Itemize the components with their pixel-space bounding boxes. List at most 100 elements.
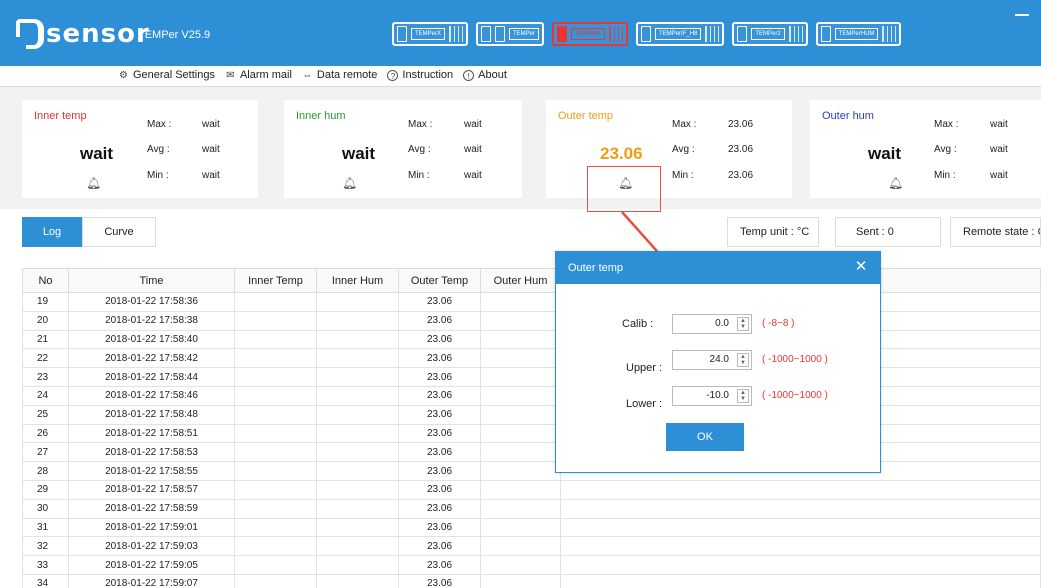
table-cell: 2018-01-22 17:58:57 [68, 479, 235, 500]
info-icon: ! [463, 69, 475, 81]
upper-input[interactable]: 24.0 ▲ ▼ [672, 350, 752, 370]
tab-log[interactable]: Log [22, 217, 82, 247]
bell-icon[interactable]: 🔔︎ [86, 176, 101, 190]
table-row[interactable]: 20 2018-01-22 17:58:38 23.06 [22, 310, 1041, 331]
device-label: TEMPer2 [751, 28, 785, 40]
table-row[interactable]: 23 2018-01-22 17:58:44 23.06 [22, 367, 1041, 387]
device-slot-1[interactable]: TEMPerX [392, 22, 469, 46]
table-row[interactable]: 32 2018-01-22 17:59:03 23.06 [22, 536, 1041, 557]
column-header[interactable]: Outer Hum [480, 268, 561, 293]
table-row[interactable]: 34 2018-01-22 17:59:07 23.06 [22, 573, 1041, 588]
table-cell: 23.06 [398, 517, 481, 538]
max-label: Max : [147, 119, 172, 130]
spinner-icon[interactable]: ▲ ▼ [737, 389, 749, 403]
menu-data-remote[interactable]: ⇔ Data remote [302, 69, 377, 81]
table-row[interactable]: 28 2018-01-22 17:58:55 23.06 [22, 461, 1041, 481]
table-cell [234, 536, 317, 557]
table-cell: 2018-01-22 17:58:59 [68, 498, 235, 519]
device-label: TEMPer [509, 28, 540, 40]
menu-alarm-mail[interactable]: ✉ Alarm mail [225, 69, 292, 81]
table-cell [316, 517, 399, 538]
table-row[interactable]: 31 2018-01-22 17:59:01 23.06 [22, 517, 1041, 538]
table-row[interactable]: 22 2018-01-22 17:58:42 23.06 [22, 348, 1041, 369]
temp-unit-button[interactable]: Temp unit : °C [727, 217, 819, 247]
table-cell [234, 498, 317, 519]
column-header[interactable]: Inner Hum [316, 268, 399, 293]
avg-label: Avg : [147, 144, 170, 155]
table-cell: 2018-01-22 17:58:48 [68, 404, 235, 425]
usb-port-icon [557, 26, 568, 42]
table-cell: 2018-01-22 17:59:07 [68, 573, 235, 588]
menu-label: General Settings [133, 69, 215, 81]
table-cell: 2018-01-22 17:58:51 [68, 423, 235, 444]
minimize-button[interactable] [1015, 14, 1029, 16]
close-icon[interactable]: ✕ [852, 258, 870, 276]
table-cell [234, 442, 317, 463]
tab-curve[interactable]: Curve [82, 217, 156, 247]
device-slot-5[interactable]: TEMPer2 [732, 22, 808, 46]
table-cell [234, 555, 317, 575]
table-row[interactable]: 24 2018-01-22 17:58:46 23.06 [22, 385, 1041, 406]
device-label: TEMPerIF_H8 [655, 28, 702, 40]
calib-input[interactable]: 0.0 ▲ ▼ [672, 314, 752, 334]
table-cell-empty [560, 536, 1041, 557]
menu-instruction[interactable]: ? Instruction [387, 69, 453, 81]
table-cell: 2018-01-22 17:58:42 [68, 348, 235, 369]
bell-icon[interactable]: 🔔︎ [888, 176, 903, 190]
table-cell [234, 479, 317, 500]
table-cell [480, 367, 561, 387]
min-value: wait [202, 170, 220, 181]
table-row[interactable]: 19 2018-01-22 17:58:36 23.06 [22, 292, 1041, 312]
upper-range: ( -1000~1000 ) [762, 354, 828, 365]
spinner-icon[interactable]: ▲ ▼ [737, 317, 749, 331]
table-cell [316, 385, 399, 406]
calib-label: Calib : [622, 318, 654, 330]
avg-value: wait [202, 144, 220, 155]
table-row[interactable]: 29 2018-01-22 17:58:57 23.06 [22, 479, 1041, 500]
column-header[interactable]: Time [68, 268, 235, 293]
device-slot-4[interactable]: TEMPerIF_H8 [636, 22, 725, 46]
table-row[interactable]: 25 2018-01-22 17:58:48 23.06 [22, 404, 1041, 425]
min-label: Min : [672, 170, 694, 181]
table-cell: 2018-01-22 17:59:03 [68, 536, 235, 557]
calib-value: 0.0 [715, 318, 729, 329]
table-cell [316, 573, 399, 588]
table-cell: 2018-01-22 17:58:38 [68, 310, 235, 331]
table-cell [316, 555, 399, 575]
column-header[interactable]: Inner Temp [234, 268, 317, 293]
column-header[interactable]: No [22, 268, 69, 293]
grip-icon [705, 26, 720, 42]
device-slot-3[interactable]: TEMPerX [552, 22, 629, 46]
max-label: Max : [408, 119, 433, 130]
table-cell [234, 385, 317, 406]
menu-about[interactable]: ! About [463, 69, 507, 81]
table-cell: 23.06 [398, 479, 481, 500]
table-cell [480, 573, 561, 588]
link-icon: ⇔ [302, 69, 313, 81]
lower-input[interactable]: -10.0 ▲ ▼ [672, 386, 752, 406]
avg-label: Avg : [672, 144, 695, 155]
max-value: 23.06 [728, 119, 754, 130]
spinner-icon[interactable]: ▲ ▼ [737, 353, 749, 367]
table-row[interactable]: 27 2018-01-22 17:58:53 23.06 [22, 442, 1041, 463]
table-cell [234, 573, 317, 588]
table-row[interactable]: 21 2018-01-22 17:58:40 23.06 [22, 329, 1041, 350]
panel-title: Outer temp [558, 110, 614, 122]
menu-general-settings[interactable]: ⚙ General Settings [118, 69, 215, 81]
table-cell [480, 292, 561, 312]
device-slot-6[interactable]: TEMPerHUM [815, 22, 902, 46]
table-row[interactable]: 30 2018-01-22 17:58:59 23.06 [22, 498, 1041, 519]
menu-label: Alarm mail [239, 69, 292, 81]
table-cell-empty [560, 498, 1041, 519]
bell-icon[interactable]: 🔔︎ [342, 176, 357, 190]
column-header[interactable]: Outer Temp [398, 268, 481, 293]
lower-range: ( -1000~1000 ) [762, 390, 828, 401]
table-row[interactable]: 33 2018-01-22 17:59:05 23.06 [22, 555, 1041, 575]
table-row[interactable]: 26 2018-01-22 17:58:51 23.06 [22, 423, 1041, 444]
device-slot-2[interactable]: TEMPer [476, 22, 545, 46]
table-cell: 23.06 [398, 329, 481, 350]
ok-button[interactable]: OK [666, 423, 744, 451]
table-cell [480, 498, 561, 519]
panel-title: Inner hum [296, 110, 346, 122]
table-cell [480, 479, 561, 500]
